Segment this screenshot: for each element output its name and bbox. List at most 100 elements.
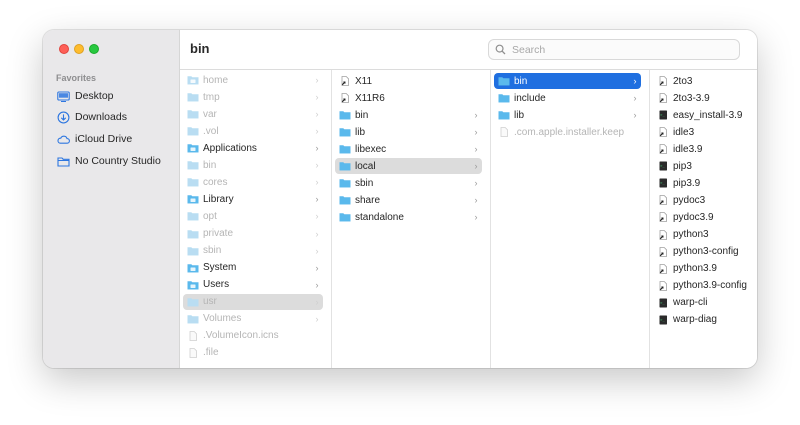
alias-file-icon [659,144,667,155]
file-row[interactable]: .file [183,345,323,361]
file-row[interactable]: .com.apple.installer.keep [494,124,641,140]
alias-file-icon [659,263,667,274]
search-field[interactable]: Search [488,39,740,60]
file-row[interactable]: python3-config [653,244,749,260]
alias-file-icon [341,76,349,86]
file-row[interactable]: var › [183,106,323,122]
file-row[interactable]: X11R6 [335,90,482,106]
file-row[interactable]: tmp › [183,89,323,105]
file-row[interactable]: >_ easy_install-3.9 [653,107,749,123]
folder-icon [187,314,199,324]
folder-icon [339,196,351,205]
file-name: pip3 [673,160,692,172]
executable-file-icon: >_ [659,178,667,188]
file-row[interactable]: home › [183,72,323,88]
document-icon [189,347,197,358]
file-row[interactable]: >_ warp-cli [653,295,749,311]
file-name: local [355,160,376,172]
home-folder-icon [187,76,199,85]
file-row[interactable]: 2to3 [653,73,749,89]
chevron-right-icon: › [315,75,319,85]
file-row[interactable]: bin › [183,157,323,173]
file-row[interactable]: opt › [183,208,323,224]
sidebar-item-desktop[interactable]: Desktop [57,86,114,106]
folder-icon [498,111,510,120]
file-row[interactable]: idle3.9 [653,141,749,157]
file-name: python3.9 [673,263,717,275]
file-row[interactable]: .vol › [183,123,323,139]
alias-file-icon [659,229,667,240]
folder-icon [339,162,351,171]
file-row[interactable]: >_ warp-diag [653,312,749,328]
zoom-window-button[interactable] [89,44,99,54]
sidebar-item-icloud-drive[interactable]: iCloud Drive [57,129,132,149]
file-name: 2to3 [673,75,693,87]
chevron-right-icon: › [474,110,478,121]
file-row[interactable]: sbin › [335,175,482,191]
file-row[interactable]: include › [494,90,641,106]
file-name: python3.9-config [673,280,747,292]
chevron-right-icon: › [315,126,319,137]
file-name: share [355,194,381,206]
sidebar-item-downloads[interactable]: Downloads [57,107,127,127]
alias-file-icon [341,93,349,103]
file-row[interactable]: standalone › [335,209,482,225]
file-row[interactable]: idle3 [653,124,749,140]
alias-file-icon [659,280,667,291]
folder-icon [339,179,351,188]
executable-file-icon: >_ [659,161,667,171]
chevron-right-icon: › [315,177,319,188]
file-row[interactable]: lib › [494,107,641,123]
finder-window: Favorites Desktop Downloads iCloud Drive [43,30,757,368]
file-row[interactable]: >_ pip3.9 [653,175,749,191]
file-row[interactable]: X11 [335,73,482,89]
minimize-window-button[interactable] [74,44,84,54]
file-row[interactable]: Library › [183,191,323,207]
folder-icon [339,145,351,154]
file-row[interactable]: python3 [653,227,749,243]
file-row[interactable]: private › [183,226,323,242]
folder-icon [57,156,70,167]
file-row[interactable]: Volumes › [183,311,323,327]
file-name: include [514,92,546,104]
folder-icon [339,213,351,222]
file-row[interactable]: libexec › [335,141,482,157]
file-row[interactable]: .VolumeIcon.icns [183,328,323,344]
folder-icon [187,229,199,238]
file-row[interactable]: Users › [183,277,323,293]
file-row[interactable]: >_ pip3 [653,158,749,174]
file-row[interactable]: bin › [335,107,482,123]
folder-icon [187,212,199,221]
alias-file-icon [659,93,667,103]
file-name: bin [355,109,369,121]
file-row[interactable]: local › [335,158,482,175]
file-row[interactable]: python3.9 [653,261,749,277]
file-row[interactable]: lib › [335,124,482,140]
close-window-button[interactable] [59,44,69,54]
folder-icon [339,111,351,120]
file-row[interactable]: 2to3-3.9 [653,90,749,106]
file-row[interactable]: pydoc3 [653,192,749,208]
file-row[interactable]: share › [335,192,482,208]
column-root: home › tmp › var › .vol › Applications › bin › cores… [180,70,332,368]
file-row[interactable]: sbin › [183,243,323,259]
file-row[interactable]: python3.9-config [653,278,749,294]
folder-icon [339,128,351,137]
chevron-right-icon: › [315,92,319,103]
executable-file-icon: >_ [659,110,667,120]
chevron-right-icon: › [315,160,319,171]
file-row[interactable]: Applications › [183,140,323,156]
sidebar-item-label: Downloads [75,111,127,123]
file-row[interactable]: bin › [494,73,641,89]
file-name: python3-config [673,246,739,257]
file-row[interactable]: usr › [183,293,323,310]
file-row[interactable]: pydoc3.9 [653,209,749,225]
column-usr: X11 X11R6 bin › lib › libexec › local › sbin › share… [332,70,491,368]
file-name: cores [203,176,228,188]
file-row[interactable]: cores › [183,174,323,190]
file-row[interactable]: System › [183,260,323,276]
chevron-right-icon: › [474,178,478,189]
file-name: usr [203,296,217,308]
file-name: warp-diag [673,314,717,326]
sidebar-item-no-country-studio[interactable]: No Country Studio [57,151,161,171]
